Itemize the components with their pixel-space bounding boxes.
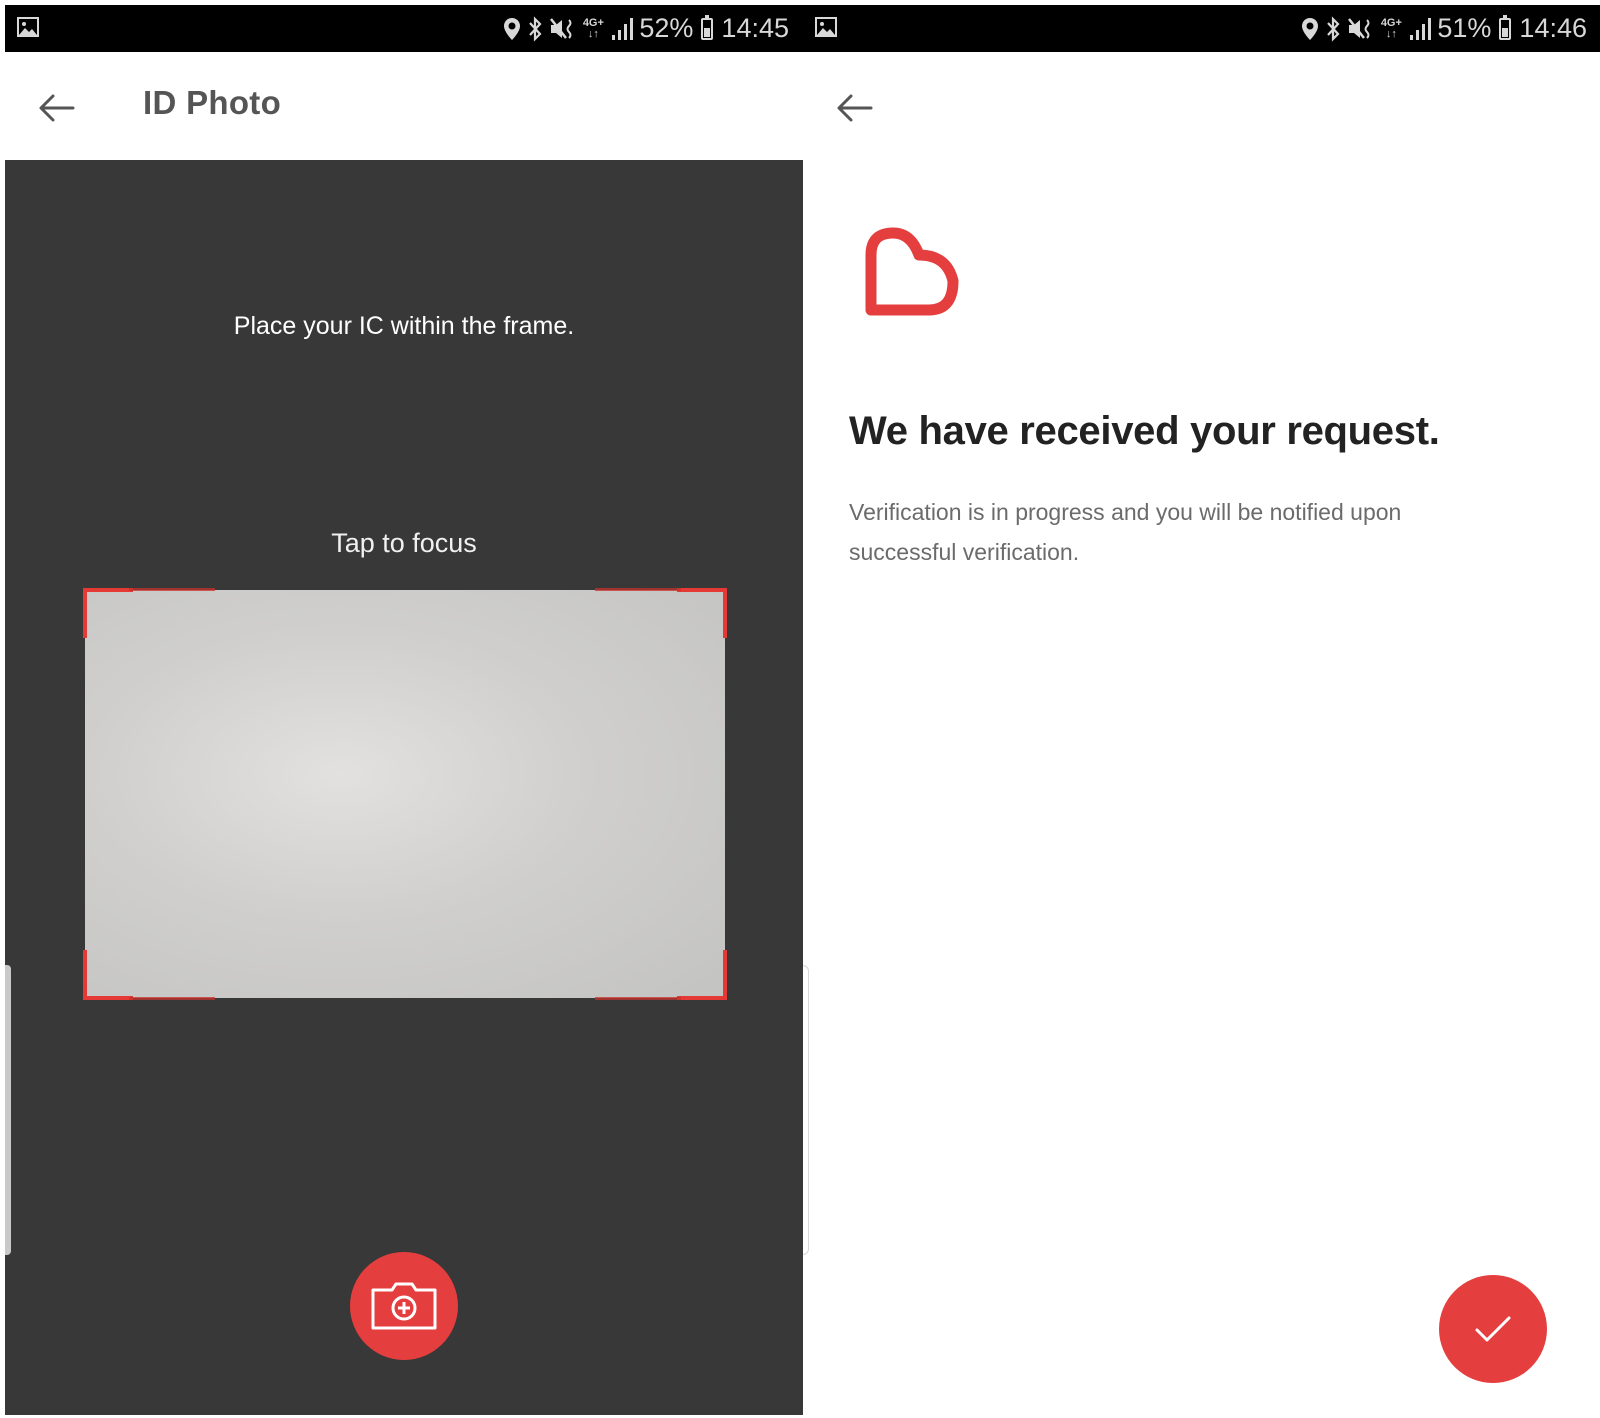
battery-percent: 52%	[639, 13, 694, 43]
mute-vibrate-icon	[550, 17, 572, 39]
battery-icon	[1499, 14, 1512, 40]
checkmark-icon	[1475, 1316, 1511, 1342]
arrow-left-icon	[39, 94, 75, 122]
network-label: 4G+	[1380, 16, 1402, 29]
edge-panel-handle[interactable]	[803, 965, 809, 1255]
arrow-left-icon	[837, 94, 873, 122]
battery-icon	[701, 14, 714, 40]
frame-corner-bottom-left	[83, 950, 133, 1000]
location-icon	[504, 17, 521, 40]
camera-viewfinder[interactable]: Place your IC within the frame. Tap to f…	[5, 160, 803, 1415]
edge-panel-handle[interactable]	[5, 965, 11, 1255]
clock: 14:46	[1519, 13, 1587, 43]
location-icon	[1302, 17, 1319, 40]
status-bar: 4G+ ↓↑ 52% 14:45	[5, 5, 803, 52]
confirm-button[interactable]	[1439, 1275, 1547, 1383]
status-bar: 4G+ ↓↑ 51% 14:46	[803, 5, 1600, 52]
bluetooth-icon	[1327, 15, 1340, 42]
app-bar	[803, 52, 1600, 164]
gallery-icon	[815, 17, 837, 37]
request-received-screen: 4G+ ↓↑ 51% 14:46 We have received your re…	[803, 5, 1600, 1415]
signal-icon	[612, 17, 634, 40]
confirmation-message: Verification is in progress and you will…	[849, 499, 1402, 565]
app-bar: ID Photo	[5, 52, 803, 164]
battery-percent: 51%	[1437, 13, 1492, 43]
id-card-frame[interactable]	[83, 588, 727, 1000]
network-4g-icon: 4G+ ↓↑	[1380, 16, 1402, 40]
confirmation-headline: We have received your request.	[849, 409, 1440, 453]
back-button[interactable]	[833, 86, 877, 130]
frame-edge	[129, 588, 215, 591]
id-photo-screen: 4G+ ↓↑ 52% 14:45 ID Photo Place your IC w…	[5, 5, 803, 1415]
network-4g-icon: 4G+ ↓↑	[582, 16, 604, 40]
mute-vibrate-icon	[1348, 17, 1370, 39]
tap-to-focus-hint: Tap to focus	[331, 528, 477, 558]
heart-logo-icon	[865, 227, 959, 316]
signal-icon	[1410, 17, 1432, 40]
network-label: 4G+	[582, 16, 604, 29]
frame-corner-top-left	[83, 588, 133, 638]
frame-corner-bottom-right	[677, 950, 727, 1000]
clock: 14:45	[721, 13, 789, 43]
back-button[interactable]	[35, 86, 79, 130]
frame-edge	[595, 997, 681, 1000]
gallery-icon	[17, 17, 39, 37]
frame-edge	[129, 997, 215, 1000]
capture-button[interactable]	[350, 1252, 458, 1360]
page-title: ID Photo	[143, 84, 282, 121]
frame-corner-top-right	[677, 588, 727, 638]
frame-edge	[595, 588, 681, 591]
bluetooth-icon	[529, 15, 542, 42]
camera-plus-icon	[371, 1282, 437, 1330]
instruction-text: Place your IC within the frame.	[233, 312, 575, 340]
